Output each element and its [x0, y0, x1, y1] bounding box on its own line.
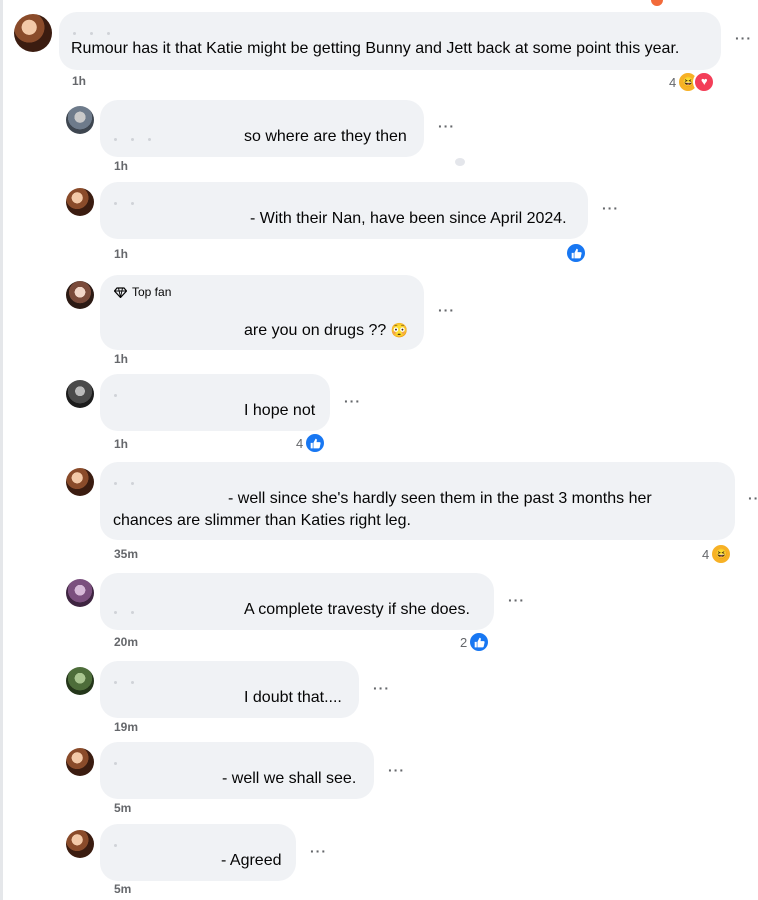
- reply-text: - well we shall see.: [222, 770, 357, 787]
- reaction-count: 4: [669, 74, 677, 90]
- author-name[interactable]: [114, 832, 234, 847]
- reaction-count: 4: [296, 435, 304, 451]
- reaction-peek: [651, 0, 663, 6]
- more-options-icon[interactable]: ···: [388, 762, 405, 778]
- more-options-icon[interactable]: ···: [508, 592, 525, 608]
- author-name[interactable]: [114, 470, 234, 485]
- badge-label: Top fan: [132, 285, 172, 299]
- reply-bubble: - well we shall see.: [100, 742, 374, 799]
- reaction-summary[interactable]: 4 😆 ♥: [669, 71, 716, 93]
- avatar[interactable]: [66, 579, 94, 607]
- timestamp[interactable]: 1h: [114, 247, 128, 261]
- thumbs-up-icon: [565, 242, 587, 264]
- more-options-icon[interactable]: ···: [344, 393, 361, 409]
- reply-text: - With their Nan, have been since April …: [250, 210, 567, 227]
- more-options-icon[interactable]: ···: [438, 118, 455, 134]
- reply-bubble: A complete travesty if she does.: [100, 573, 494, 630]
- reply-bubble: - With their Nan, have been since April …: [100, 182, 588, 239]
- reply-text-line-2: chances are slimmer than Katies right le…: [113, 512, 411, 529]
- love-heart-icon: ♥: [693, 71, 716, 93]
- timestamp[interactable]: 1h: [72, 74, 86, 88]
- avatar[interactable]: [66, 667, 94, 695]
- more-options-icon[interactable]: ···: [748, 490, 758, 506]
- reaction-count: 2: [460, 634, 468, 650]
- reply-text-line-1: - well since she's hardly seen them in t…: [228, 490, 652, 507]
- avatar[interactable]: [66, 188, 94, 216]
- timestamp[interactable]: 19m: [114, 720, 138, 734]
- reaction-summary[interactable]: 4 😆: [702, 543, 733, 565]
- reply-bubble: I hope not: [100, 374, 330, 431]
- reaction-summary[interactable]: 4: [296, 432, 327, 454]
- timestamp[interactable]: 20m: [114, 635, 138, 649]
- reaction-count: 4: [702, 546, 710, 562]
- timestamp[interactable]: 5m: [114, 801, 131, 815]
- avatar[interactable]: [14, 14, 52, 52]
- avatar[interactable]: [66, 830, 94, 858]
- thumbs-up-icon: [304, 432, 327, 454]
- timestamp[interactable]: 35m: [114, 547, 138, 561]
- reply-text: A complete travesty if she does.: [244, 601, 470, 618]
- thumbs-up-icon: [468, 631, 491, 653]
- more-options-icon[interactable]: ···: [735, 30, 752, 46]
- reply-bubble: - well since she's hardly seen them in t…: [100, 462, 735, 540]
- author-name[interactable]: [73, 20, 193, 35]
- more-options-icon[interactable]: ···: [438, 302, 455, 318]
- reaction-summary[interactable]: [565, 242, 587, 264]
- timestamp[interactable]: 1h: [114, 437, 128, 451]
- reply-bubble: I doubt that....: [100, 661, 359, 718]
- timestamp[interactable]: 1h: [114, 352, 128, 366]
- avatar[interactable]: [66, 380, 94, 408]
- avatar[interactable]: [66, 468, 94, 496]
- reaction-summary[interactable]: 2: [460, 631, 491, 653]
- comment-bubble: Rumour has it that Katie might be gettin…: [59, 12, 721, 70]
- reply-text: so where are they then: [244, 128, 407, 145]
- more-options-icon[interactable]: ···: [310, 843, 327, 859]
- reply-text: I doubt that....: [244, 689, 342, 706]
- avatar[interactable]: [66, 748, 94, 776]
- timestamp[interactable]: 1h: [114, 159, 128, 173]
- reply-bubble: Top fan are you on drugs ?? 😳: [100, 275, 424, 350]
- diamond-icon: [114, 286, 127, 298]
- author-name[interactable]: [114, 126, 234, 141]
- author-name[interactable]: [114, 190, 234, 205]
- author-name[interactable]: [114, 382, 234, 397]
- reply-text: are you on drugs ?? 😳: [244, 319, 408, 342]
- thread-line: [0, 0, 3, 900]
- reply-text-main: are you on drugs ??: [244, 322, 387, 339]
- divider-dot: [455, 158, 465, 166]
- flushed-emoji-icon: 😳: [390, 322, 409, 338]
- reply-bubble: so where are they then: [100, 100, 424, 157]
- reply-text: - Agreed: [221, 852, 282, 869]
- author-name[interactable]: [114, 669, 234, 684]
- reply-bubble: - Agreed: [100, 824, 296, 881]
- avatar[interactable]: [66, 281, 94, 309]
- author-name[interactable]: [114, 599, 234, 614]
- author-name[interactable]: [114, 750, 234, 765]
- comment-text: Rumour has it that Katie might be gettin…: [71, 40, 680, 57]
- more-options-icon[interactable]: ···: [373, 680, 390, 696]
- avatar[interactable]: [66, 106, 94, 134]
- more-options-icon[interactable]: ···: [602, 200, 619, 216]
- top-fan-badge: Top fan: [114, 281, 171, 303]
- haha-emoji-icon: 😆: [710, 543, 733, 565]
- timestamp[interactable]: 5m: [114, 882, 131, 896]
- reply-text: I hope not: [244, 402, 316, 419]
